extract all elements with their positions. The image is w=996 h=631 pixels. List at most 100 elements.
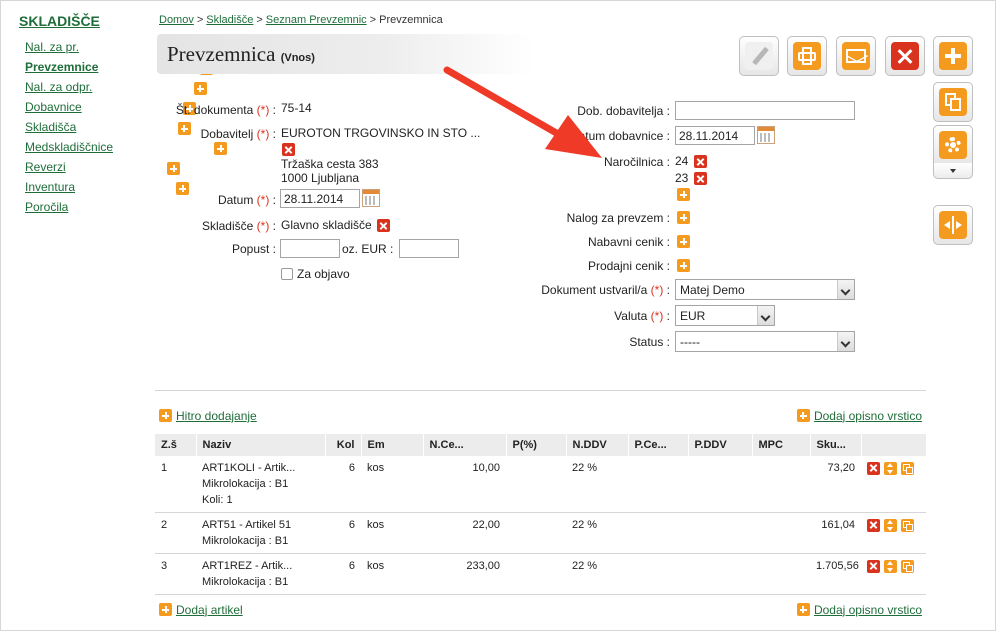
plus-icon xyxy=(159,603,172,617)
currency-select[interactable]: EUR xyxy=(675,305,775,326)
copy-button[interactable] xyxy=(933,82,973,122)
calendar-icon[interactable] xyxy=(362,189,380,207)
add-sales-pricelist-icon[interactable] xyxy=(677,259,690,272)
sidebar-item-medskladiscnice[interactable]: Medskladiščnice xyxy=(25,139,228,159)
sidebar-title[interactable]: SKLADIŠČE xyxy=(19,13,100,29)
table-row[interactable]: 1 ART1KOLI - Artik... Mikrolokacija : B1… xyxy=(155,456,926,513)
column-header-actions xyxy=(861,434,927,456)
sidebar-item-nal-za-pr[interactable]: Nal. za pr. xyxy=(25,39,194,59)
remove-supplier-icon[interactable] xyxy=(282,143,295,156)
cell-sale-price xyxy=(628,512,688,554)
cell-mpc xyxy=(752,456,810,513)
breadcrumb-home[interactable]: Domov xyxy=(159,14,194,26)
edit-button[interactable] xyxy=(739,36,779,76)
add-button[interactable] xyxy=(933,36,973,76)
plus-icon[interactable] xyxy=(167,162,181,176)
add-purchase-pricelist-icon[interactable] xyxy=(677,235,690,248)
publish-checkbox[interactable] xyxy=(281,268,293,280)
settings-button[interactable] xyxy=(933,125,973,165)
plus-icon xyxy=(939,42,967,70)
item-extra: Mikrolokacija : B1 xyxy=(202,535,289,547)
cell-unit: kos xyxy=(361,456,423,513)
sidebar-item-porocila[interactable]: Poročila xyxy=(25,199,140,219)
cell-total: 73,20 xyxy=(810,456,861,513)
item-extra: Mikrolokacija : B1 xyxy=(202,478,289,490)
calendar-icon[interactable] xyxy=(757,126,775,144)
date-input[interactable] xyxy=(280,189,360,208)
cell-net-price: 10,00 xyxy=(423,456,506,513)
supplier-doc-input[interactable] xyxy=(675,101,855,120)
sidebar-item-label[interactable]: Nal. za odpr. xyxy=(25,80,92,94)
add-description-row-link[interactable]: Dodaj opisno vrstico xyxy=(796,602,922,617)
plus-icon[interactable] xyxy=(177,122,191,136)
currency-value: EUR xyxy=(680,309,706,323)
breadcrumb-list[interactable]: Seznam Prevzemnic xyxy=(266,14,367,26)
delete-row-icon[interactable] xyxy=(867,559,880,573)
sidebar-item-inventura[interactable]: Inventura xyxy=(25,179,190,199)
plus-icon[interactable] xyxy=(214,142,228,156)
sidebar-item-skladisca[interactable]: Skladišča xyxy=(25,119,191,139)
sidebar-item-label[interactable]: Poročila xyxy=(25,200,68,214)
add-receipt-order-icon[interactable] xyxy=(677,211,690,224)
breadcrumb-warehouse[interactable]: Skladišče xyxy=(206,14,253,26)
sidebar-item-label[interactable]: Nal. za pr. xyxy=(25,40,79,54)
delete-row-icon[interactable] xyxy=(867,518,880,532)
quick-add-link[interactable]: Hitro dodajanje xyxy=(159,408,257,423)
cell-unit: kos xyxy=(361,512,423,554)
gear-icon xyxy=(939,131,967,159)
pencil-icon xyxy=(745,42,773,70)
add-description-row-link[interactable]: Dodaj opisno vrstico xyxy=(796,408,922,423)
add-item-link[interactable]: Dodaj artikel xyxy=(159,602,243,617)
sidebar-item-dobavnice[interactable]: Dobavnice xyxy=(25,99,197,119)
move-row-icon[interactable] xyxy=(884,518,897,532)
move-row-icon[interactable] xyxy=(884,461,897,475)
settings-dropdown-toggle[interactable] xyxy=(933,163,973,179)
table-row[interactable]: 3 ART1REZ - Artik... Mikrolokacija : B1 … xyxy=(155,553,926,595)
add-order-icon[interactable] xyxy=(677,188,690,201)
created-by-value: Matej Demo xyxy=(680,283,745,297)
remove-order-icon[interactable] xyxy=(694,155,707,168)
sidebar-item-reverzi[interactable]: Reverzi xyxy=(25,159,181,179)
column-header: Z.š xyxy=(155,434,197,456)
email-button[interactable] xyxy=(836,36,876,76)
created-by-select[interactable]: Matej Demo xyxy=(675,279,855,300)
sidebar-item-label[interactable]: Medskladiščnice xyxy=(25,140,113,154)
copy-icon xyxy=(939,88,967,116)
copy-row-icon[interactable] xyxy=(901,518,914,532)
breadcrumb: Domov > Skladišče > Seznam Prevzemnic > Prevze… xyxy=(159,14,443,26)
sidebar-item-prevzemnice[interactable]: Prevzemnice xyxy=(25,59,213,79)
delivery-date-input[interactable] xyxy=(675,126,755,145)
status-select[interactable]: ----- xyxy=(675,331,855,352)
table-row[interactable]: 2 ART51 - Artikel 51 Mikrolokacija : B1 … xyxy=(155,512,926,554)
cell-zs: 3 xyxy=(155,553,196,595)
sidebar-item-label[interactable]: Inventura xyxy=(25,180,75,194)
close-icon xyxy=(891,42,919,70)
sidebar-item-nal-za-odpr[interactable]: Nal. za odpr. xyxy=(25,79,207,99)
move-row-icon[interactable] xyxy=(884,559,897,573)
column-header: N.DDV xyxy=(566,434,629,456)
cell-mpc xyxy=(752,553,810,595)
purchase-pricelist-label: Nabavni cenik : xyxy=(587,235,670,249)
remove-warehouse-icon[interactable] xyxy=(377,219,390,232)
sidebar-item-label[interactable]: Skladišča xyxy=(25,120,76,134)
plus-icon[interactable] xyxy=(193,82,207,96)
print-button[interactable] xyxy=(787,36,827,76)
sidebar-item-label[interactable]: Prevzemnice xyxy=(25,60,98,74)
discount-eur-input[interactable] xyxy=(399,239,459,258)
split-button[interactable] xyxy=(933,205,973,245)
copy-row-icon[interactable] xyxy=(901,461,914,475)
sidebar-item-label[interactable]: Reverzi xyxy=(25,160,66,174)
breadcrumb-separator: > xyxy=(256,14,263,26)
status-value: ----- xyxy=(680,335,700,349)
delete-row-icon[interactable] xyxy=(867,461,880,475)
cell-pct xyxy=(506,512,566,554)
sales-pricelist-label: Prodajni cenik : xyxy=(587,259,670,273)
sidebar-item-label[interactable]: Dobavnice xyxy=(25,100,82,114)
cell-total: 161,04 xyxy=(810,512,861,554)
plus-icon[interactable] xyxy=(176,182,190,196)
remove-order-icon[interactable] xyxy=(694,172,707,185)
delete-button[interactable] xyxy=(885,36,925,76)
copy-row-icon[interactable] xyxy=(901,559,914,573)
discount-input[interactable] xyxy=(280,239,340,258)
cell-net-price: 22,00 xyxy=(423,512,506,554)
